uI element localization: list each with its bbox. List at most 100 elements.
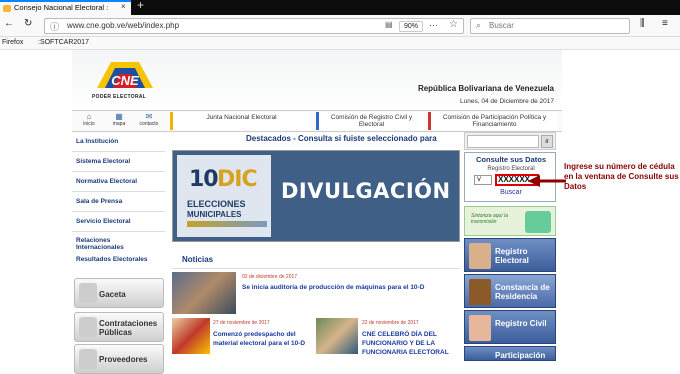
divulgacion-banner[interactable]: 10 DIC ELECCIONES MUNICIPALES DIVULGACIÓ…	[172, 150, 460, 242]
gaceta-label: Gaceta	[99, 290, 126, 299]
library-icon[interactable]: ⫼	[640, 18, 645, 29]
back-icon[interactable]: ←	[4, 18, 14, 29]
logo-text: CNE	[111, 73, 139, 88]
bookmarks-bar: Firefox :SOFTCAR2017	[0, 37, 680, 50]
constancia-button[interactable]: Constancia de Residencia	[464, 274, 556, 308]
news-heading: Noticias	[182, 255, 214, 264]
participacion-button[interactable]: Participación	[464, 346, 556, 361]
participacion-label: Participación	[495, 351, 546, 360]
new-tab-button[interactable]: +	[137, 0, 144, 12]
mail-icon: ✉	[145, 112, 153, 121]
nav-servicio-electoral[interactable]: Servicio Electoral	[76, 218, 131, 225]
broadcast-icon	[525, 211, 551, 233]
arrow-icon	[79, 317, 97, 337]
site-search: ir	[464, 132, 556, 150]
site-header: CNE PODER ELECTORAL República Bolivarian…	[72, 50, 562, 110]
nav-relaciones[interactable]: Relaciones Internacionales	[76, 237, 146, 251]
country-title: República Bolivariana de Venezuela	[417, 84, 554, 93]
menu-icon[interactable]: ≡	[662, 18, 668, 29]
map-icon: ▦	[115, 112, 123, 121]
news-title[interactable]: Comenzó predespacho del material elector…	[213, 330, 313, 348]
consult-search-button[interactable]: Buscar	[465, 189, 557, 196]
navigation-bar: ← ↻ ⓘ www.cne.gob.ve/web/index.php ▤ 90%…	[0, 15, 680, 37]
contact-label: contacto	[139, 121, 159, 127]
current-date: Lunes, 04 de Diciembre de 2017	[460, 98, 554, 105]
search-icon: ⌕	[476, 20, 482, 30]
news-date: 02 de diciembre de 2017	[242, 274, 298, 280]
favicon-icon	[3, 5, 11, 12]
banner-month: DIC	[217, 167, 258, 192]
search-bar[interactable]: ⌕ Buscar	[470, 18, 630, 34]
url-text: www.cne.gob.ve/web/index.php	[67, 21, 180, 30]
house-icon	[469, 279, 491, 305]
nationality-value: V	[477, 177, 482, 183]
banner-number: 10	[189, 167, 219, 192]
registro-civil-label: Registro Civil	[495, 319, 547, 328]
news-date: 27 de noviembre de 2017	[213, 320, 270, 326]
news-image[interactable]	[316, 318, 358, 354]
registro-civil-button[interactable]: Registro Civil	[464, 310, 556, 344]
bookmark-star-icon[interactable]: ☆	[449, 19, 458, 30]
arrow-icon	[79, 283, 97, 303]
left-navigation: La Institución Sistema Electoral Normati…	[72, 132, 165, 267]
nav-institucion[interactable]: La Institución	[76, 138, 118, 145]
contrataciones-label: Contrataciones Públicas	[99, 319, 158, 337]
baby-icon	[469, 315, 491, 341]
reader-view-icon[interactable]: ▤	[385, 20, 393, 29]
news-title[interactable]: Se inicia auditoría de producción de máq…	[242, 283, 457, 292]
banner-title: DIVULGACIÓN	[281, 179, 451, 203]
proveedores-button[interactable]: Proveedores	[74, 344, 164, 374]
contact-link[interactable]: ✉ contacto	[134, 112, 164, 127]
home-link[interactable]: ⌂ inicio	[74, 112, 104, 127]
nav-sala-prensa[interactable]: Sala de Prensa	[76, 198, 122, 205]
registro-electoral-button[interactable]: Registro Electoral	[464, 238, 556, 272]
map-label: mapa	[112, 121, 126, 127]
consult-title: Consulte sus Datos	[475, 155, 546, 164]
home-icon: ⌂	[86, 112, 92, 121]
gaceta-button[interactable]: Gaceta	[74, 278, 164, 308]
logo-subtitle: PODER ELECTORAL	[92, 94, 147, 100]
search-placeholder: Buscar	[489, 21, 514, 30]
home-label: inicio	[83, 121, 95, 127]
tab-active[interactable]: Consejo Nacional Electoral : ×	[0, 0, 131, 15]
featured-heading[interactable]: Destacados - Consulta si fuiste seleccio…	[246, 134, 437, 143]
site-search-input[interactable]	[467, 135, 539, 148]
zoom-indicator[interactable]: 90%	[399, 21, 423, 32]
nav-resultados[interactable]: Resultados Electorales	[76, 256, 148, 263]
annotation-arrow	[528, 175, 566, 187]
site: CNE PODER ELECTORAL República Bolivarian…	[72, 50, 562, 374]
site-search-button[interactable]: ir	[541, 135, 553, 148]
nav-participacion[interactable]: Comisión de Participación Política y Fin…	[428, 112, 558, 130]
news-title[interactable]: CNE CELEBRÓ DÍA DEL FUNCIONARIO Y DE LA …	[362, 330, 460, 357]
elections-logo: 10 DIC ELECCIONES MUNICIPALES	[177, 155, 271, 237]
info-icon[interactable]: ⓘ	[50, 20, 59, 33]
nationality-select[interactable]: V	[474, 175, 492, 185]
sintonize-text: Sintoniza aquí la transmisión	[471, 213, 508, 225]
constancia-label: Constancia de Residencia	[495, 283, 550, 301]
top-navigation: ⌂ inicio ▦ mapa ✉ contacto Junta Nacional E…	[72, 110, 562, 132]
nav-sistema-electoral[interactable]: Sistema Electoral	[76, 158, 130, 165]
consult-label: Registro Electoral	[487, 166, 535, 172]
page: CNE PODER ELECTORAL República Bolivarian…	[0, 50, 680, 374]
banner-line1: ELECCIONES	[187, 199, 246, 209]
url-bar[interactable]: ⓘ www.cne.gob.ve/web/index.php ▤ 90% ⋯ ☆	[44, 18, 464, 34]
person-icon	[469, 243, 491, 269]
nav-registro-civil[interactable]: Comisión de Registro Civil y Electoral	[316, 112, 424, 130]
registro-electoral-label: Registro Electoral	[495, 247, 529, 265]
page-actions-icon[interactable]: ⋯	[429, 20, 438, 31]
map-link[interactable]: ▦ mapa	[104, 112, 134, 127]
contrataciones-button[interactable]: Contrataciones Públicas	[74, 312, 164, 342]
bookmark-firefox[interactable]: Firefox	[2, 39, 23, 46]
annotation-text: Ingrese su número de cédula en la ventan…	[564, 162, 679, 191]
sintonize-banner[interactable]: Sintoniza aquí la transmisión	[464, 206, 556, 236]
nav-junta-nacional[interactable]: Junta Nacional Electoral	[170, 112, 310, 130]
nav-normativa[interactable]: Normativa Electoral	[76, 178, 137, 185]
bookmark-softcar[interactable]: :SOFTCAR2017	[38, 39, 89, 46]
arrow-icon	[79, 349, 97, 369]
reload-icon[interactable]: ↻	[24, 18, 32, 29]
proveedores-label: Proveedores	[99, 355, 148, 364]
news-image[interactable]	[172, 318, 210, 354]
tab-bar: Consejo Nacional Electoral : × +	[0, 0, 680, 15]
news-image[interactable]	[172, 272, 236, 314]
close-icon[interactable]: ×	[121, 2, 126, 11]
